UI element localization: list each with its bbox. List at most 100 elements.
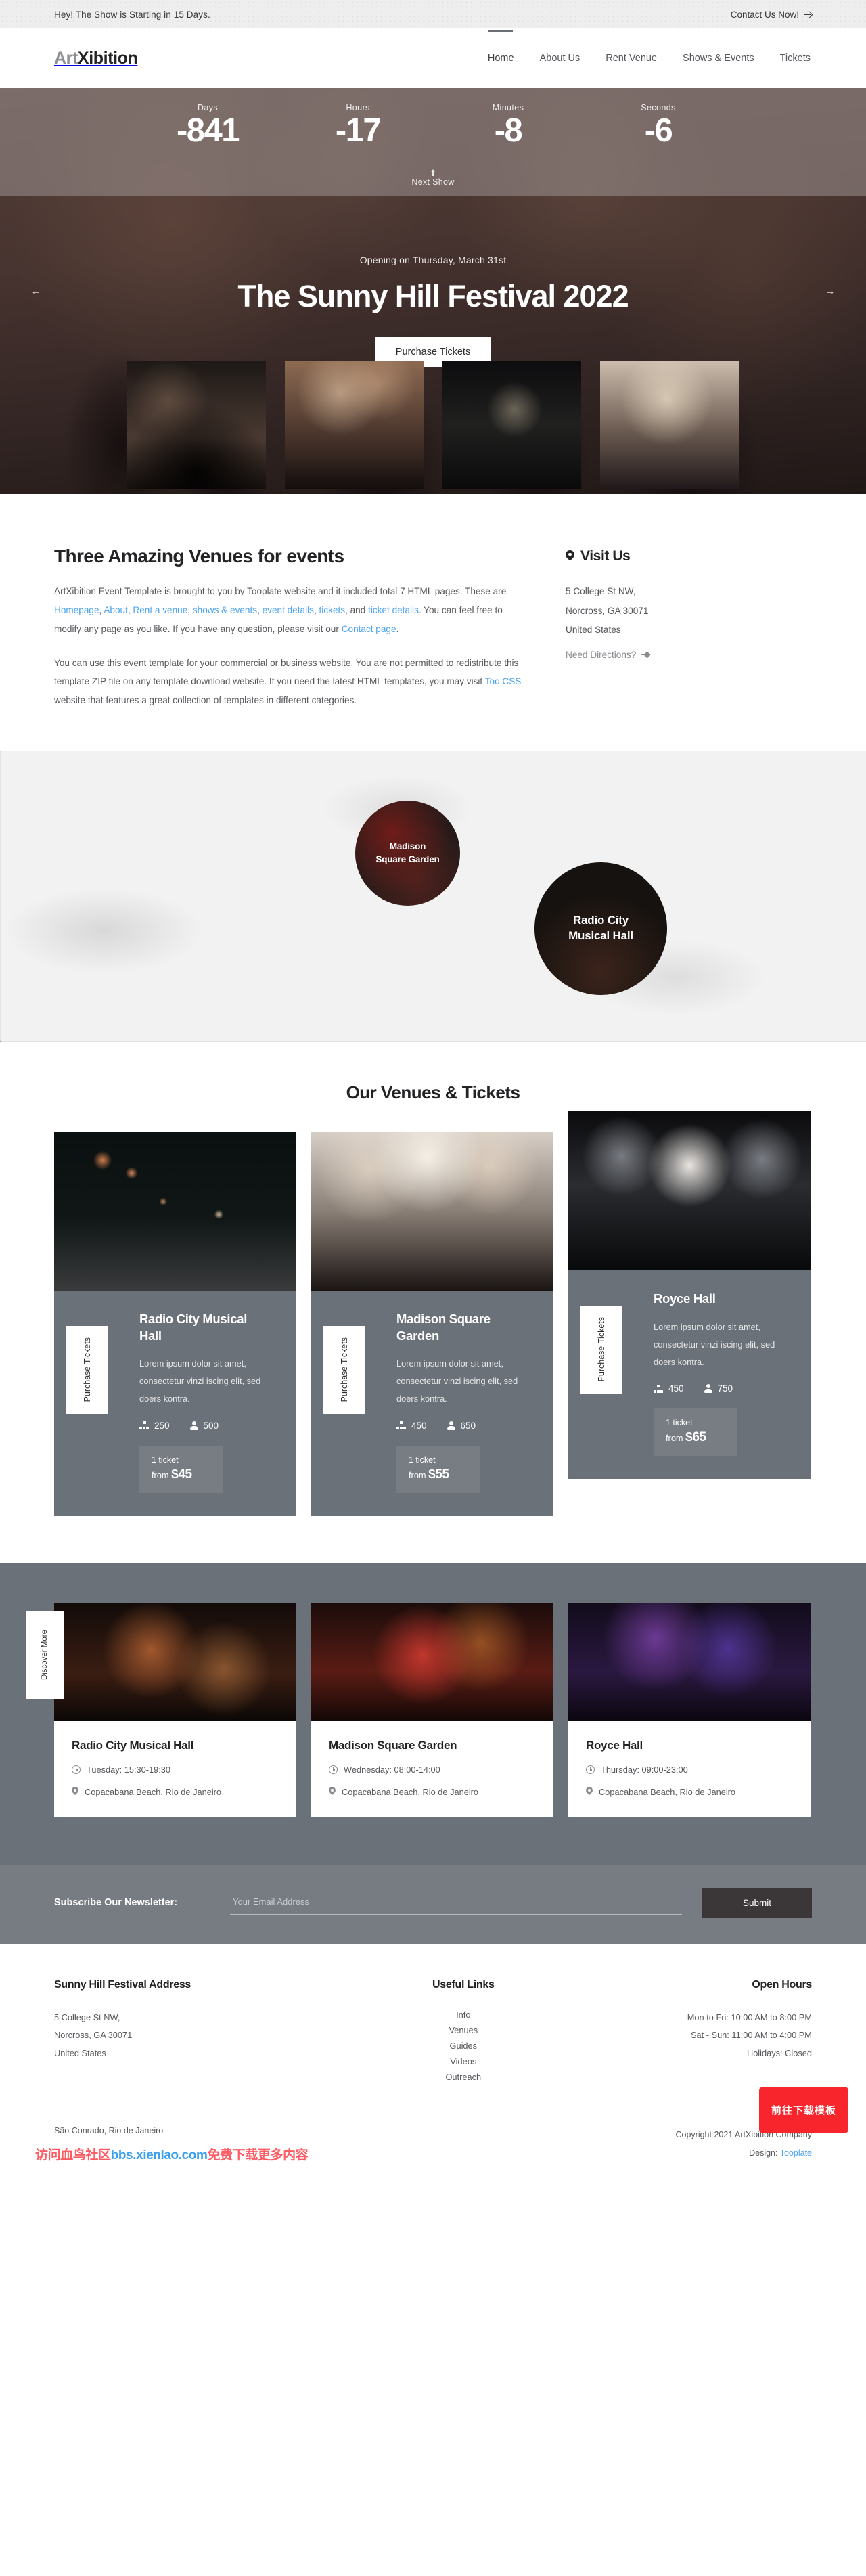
footer-hours-body: Mon to Fri: 10:00 AM to 8:00 PM Sat - Su…: [585, 2009, 812, 2064]
footer-link-guides[interactable]: Guides: [450, 2041, 478, 2051]
marker-line-1: Radio City: [572, 914, 629, 927]
purchase-tickets-tab[interactable]: Purchase Tickets: [323, 1326, 365, 1415]
countdown-seconds-value: -6: [644, 112, 673, 149]
tab-line-2: Tickets: [596, 1317, 606, 1344]
venue-ticket-price-box: 1 ticket from $45: [139, 1445, 223, 1493]
link-ticket-details[interactable]: ticket details: [368, 605, 419, 615]
link-about[interactable]: About: [104, 605, 128, 615]
newsletter-submit-button[interactable]: Submit: [702, 1887, 812, 1918]
stage-count: 250: [154, 1420, 170, 1431]
venue-card-image: [568, 1111, 811, 1271]
contact-us-link[interactable]: Contact Us Now!: [731, 9, 812, 20]
venue-capacity-stat: 750: [704, 1383, 733, 1394]
venue-ticket-price-box: 1 ticket from $55: [396, 1445, 480, 1493]
venues-map[interactable]: Madison Square Garden Radio City Musical H…: [0, 751, 866, 1042]
intro-p1-text-a: ArtXibition Event Template is brought to…: [54, 586, 507, 596]
ticket-price: $45: [171, 1467, 192, 1482]
newsletter-label: Subscribe Our Newsletter:: [54, 1897, 178, 1909]
nav-item-tickets[interactable]: Tickets: [779, 49, 812, 68]
map-marker-madison-square-garden[interactable]: Madison Square Garden: [355, 801, 460, 906]
hero-content: Opening on Thursday, March 31st The Sunn…: [0, 254, 866, 368]
ticket-price: $55: [428, 1467, 449, 1482]
intro-text-column: Three Amazing Venues for events ArtXibit…: [54, 546, 528, 710]
list-item: Videos: [342, 2056, 585, 2068]
watermark-part-a: 访问血鸟社区: [35, 2148, 111, 2162]
carousel-thumbnail[interactable]: [285, 360, 424, 489]
user-icon: [189, 1421, 198, 1430]
nav-item-rent-venue[interactable]: Rent Venue: [604, 49, 658, 68]
map-pin-icon: [566, 550, 574, 562]
nav-item-shows-events[interactable]: Shows & Events: [681, 49, 756, 68]
purchase-tickets-tab-label: Purchase Tickets: [81, 1337, 94, 1402]
discover-more-tab[interactable]: Discover More: [26, 1610, 64, 1699]
link-contact-page[interactable]: Contact page: [342, 624, 396, 634]
link-too-css[interactable]: Too CSS: [485, 676, 522, 686]
nav-item-about-us[interactable]: About Us: [539, 49, 582, 68]
countdown-days-value: -841: [176, 112, 240, 149]
footer-link-videos[interactable]: Videos: [450, 2056, 476, 2066]
carousel-thumbnail[interactable]: [442, 360, 581, 489]
logo-text-xibition: Xibition: [77, 48, 138, 68]
venue-card-stats: 450 650: [396, 1421, 529, 1431]
map-marker-radio-city-musical-hall[interactable]: Radio City Musical Hall: [534, 862, 667, 996]
venue-card-description: Lorem ipsum dolor sit amet, consectetur …: [654, 1321, 775, 1367]
venue-ticket-price-box: 1 ticket from $65: [654, 1408, 737, 1457]
footer-hours-column: Open Hours Mon to Fri: 10:00 AM to 8:00 …: [585, 1979, 813, 2087]
visit-us-title: Visit Us: [580, 548, 631, 564]
venue-card-title: Madison Square Garden: [396, 1312, 491, 1343]
hero-thumbnail-carousel: [0, 355, 866, 494]
map-pin-icon: [329, 1787, 336, 1796]
site-logo[interactable]: ArtXibition: [54, 48, 138, 68]
footer-link-outreach[interactable]: Outreach: [445, 2072, 481, 2082]
link-shows-events[interactable]: shows & events: [193, 605, 257, 615]
intro-section: Three Amazing Venues for events ArtXibit…: [0, 494, 866, 751]
footer-legal: Copyright 2021 ArtXibition Company Desig…: [433, 2126, 812, 2163]
venue-capacity-stat: 650: [447, 1421, 476, 1431]
tab-line-1: Purchase: [339, 1367, 349, 1402]
show-card-image: [311, 1602, 553, 1721]
newsletter-section: Subscribe Our Newsletter: Submit: [0, 1864, 866, 1944]
show-card-radio-city: Discover More Radio City Musical Hall Tu…: [26, 1602, 296, 1817]
list-item: Venues: [342, 2024, 585, 2037]
ticket-quantity: 1 ticket: [409, 1454, 436, 1465]
capacity-count: 650: [460, 1420, 476, 1431]
address-line-1: 5 College St NW,: [566, 586, 636, 596]
marker-line-1: Madison: [389, 841, 426, 852]
hero-subtitle: Opening on Thursday, March 31st: [359, 254, 507, 266]
footer-link-info[interactable]: Info: [456, 2009, 470, 2020]
need-directions-link[interactable]: Need Directions?: [566, 650, 650, 660]
newsletter-email-input[interactable]: [230, 1890, 682, 1915]
tab-line-1: Purchase: [596, 1346, 606, 1382]
carousel-prev-button[interactable]: ←: [28, 284, 43, 298]
purchase-tickets-tab[interactable]: Purchase Tickets: [66, 1326, 108, 1415]
purchase-tickets-tab[interactable]: Purchase Tickets: [580, 1306, 622, 1394]
venues-section-title: Our Venues & Tickets: [346, 1082, 520, 1103]
venue-card-list: Purchase Tickets Radio City Musical Hall…: [54, 1111, 812, 1516]
show-card-title: Radio City Musical Hall: [72, 1738, 194, 1752]
download-template-badge[interactable]: 前往下载模板: [758, 2086, 848, 2133]
venue-card-image: [311, 1132, 553, 1291]
venue-card-royce-hall: Purchase Tickets Royce Hall Lorem ipsum …: [568, 1111, 811, 1480]
nav-item-home[interactable]: Home: [486, 49, 516, 68]
marker-line-2: Musical Hall: [568, 929, 633, 943]
sitemap-icon: [654, 1384, 663, 1393]
ticket-quantity: 1 ticket: [152, 1454, 179, 1465]
ticket-from-label: from: [152, 1469, 169, 1480]
countdown-hours: Hours -17: [307, 103, 409, 148]
link-rent-a-venue[interactable]: Rent a venue: [133, 605, 187, 615]
footer-hours-holidays: Holidays: Closed: [746, 2048, 812, 2059]
show-card-title: Royce Hall: [586, 1738, 643, 1752]
carousel-next-button[interactable]: →: [823, 284, 838, 298]
carousel-thumbnail[interactable]: [127, 360, 266, 489]
link-homepage[interactable]: Homepage: [54, 605, 99, 615]
footer-city: São Conrado, Rio de Janeiro: [54, 2125, 164, 2135]
show-card-image: [568, 1602, 811, 1721]
watermark-part-c: 免费下载更多内容: [207, 2148, 309, 2162]
footer-design-link[interactable]: Tooplate: [780, 2148, 812, 2158]
carousel-thumbnail[interactable]: [600, 360, 739, 489]
link-event-details[interactable]: event details: [263, 605, 314, 615]
link-tickets[interactable]: tickets: [319, 605, 346, 615]
countdown-days: Days -841: [157, 103, 258, 148]
watermark-part-b: bbs.xienlao.com: [110, 2148, 208, 2162]
footer-link-venues[interactable]: Venues: [449, 2025, 478, 2035]
